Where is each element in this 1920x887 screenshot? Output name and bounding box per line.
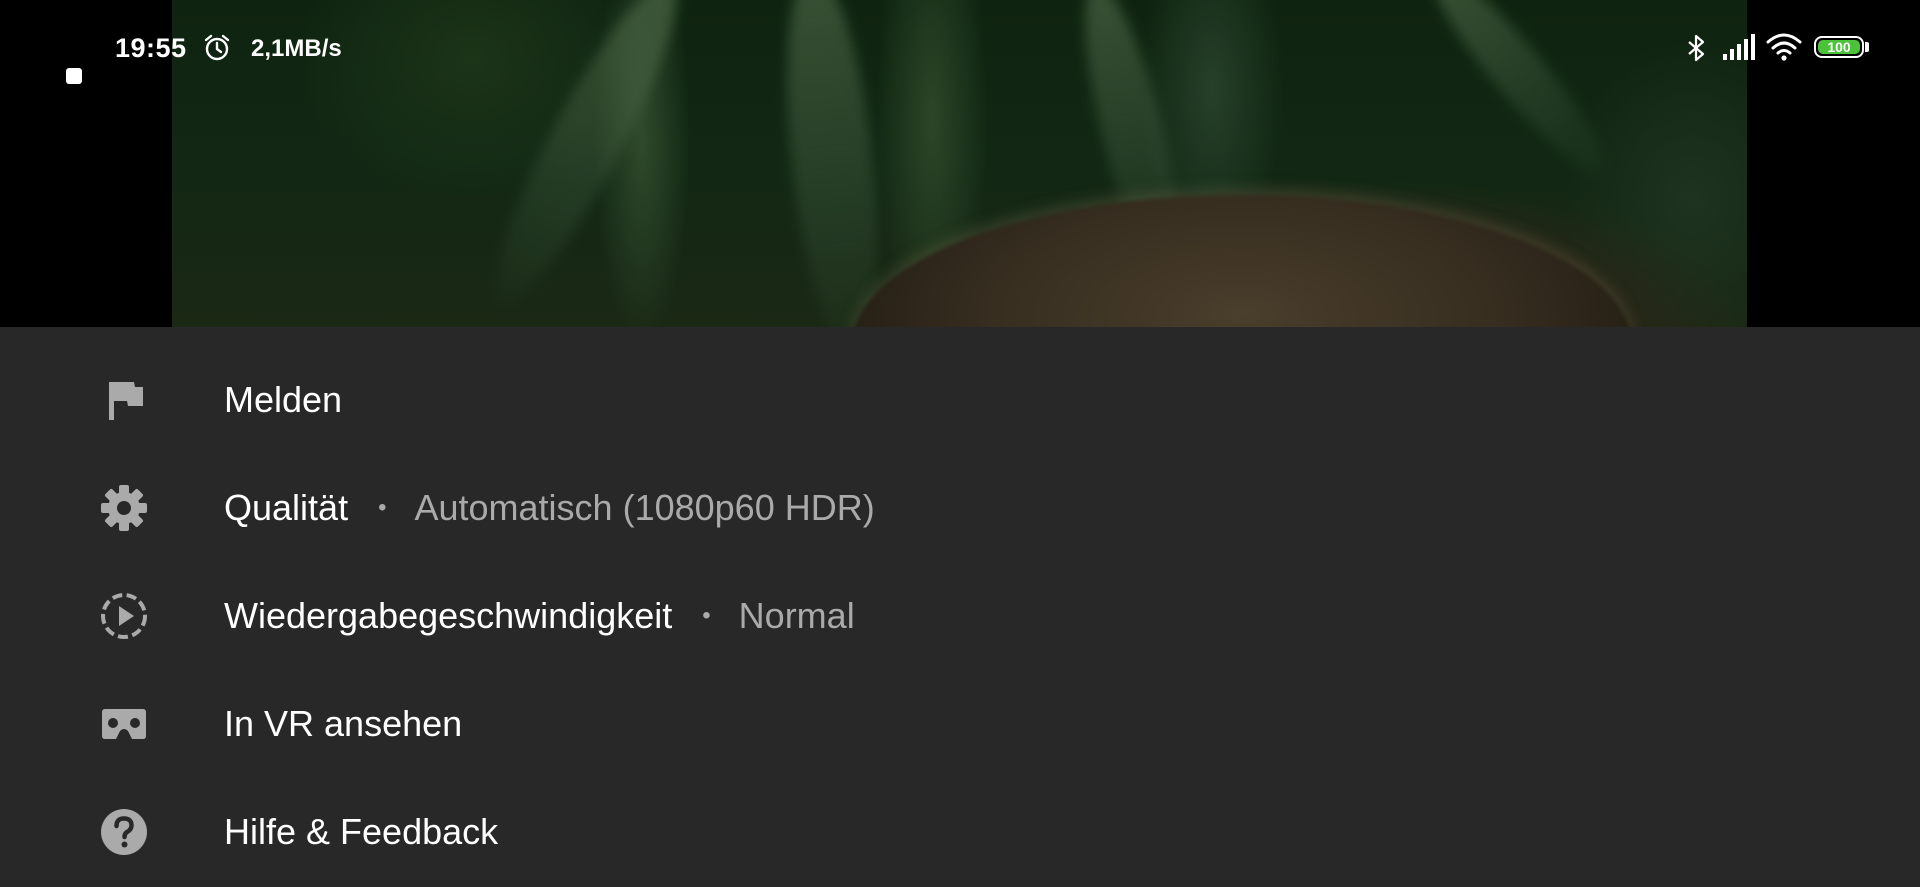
status-time: 19:55 <box>115 33 187 63</box>
menu-item-label: In VR ansehen <box>224 703 463 744</box>
gear-icon <box>99 483 149 533</box>
screen: 19:55 2,1MB/s 100 Melden Qualität • Auto… <box>0 0 1920 887</box>
vr-headset-icon <box>99 699 149 749</box>
quality-value: Automatisch (1080p60 HDR) <box>414 487 875 528</box>
battery-tip <box>1865 42 1869 52</box>
notification-icon <box>66 68 82 84</box>
bluetooth-icon <box>1688 34 1705 62</box>
menu-item-label: Hilfe & Feedback <box>224 811 499 852</box>
menu-item-playback-speed[interactable]: Wiedergabegeschwindigkeit • Normal <box>0 562 1920 670</box>
wifi-icon <box>1766 33 1802 61</box>
flag-icon <box>99 375 149 425</box>
options-bottom-sheet: Melden Qualität • Automatisch (1080p60 H… <box>0 327 1920 887</box>
separator-dot: • <box>378 494 387 521</box>
video-frame-subject <box>852 195 1632 327</box>
playback-speed-icon <box>99 591 149 641</box>
menu-item-quality[interactable]: Qualität • Automatisch (1080p60 HDR) <box>0 454 1920 562</box>
battery-level: 100 <box>1818 40 1860 54</box>
menu-item-label: Wiedergabegeschwindigkeit <box>224 595 673 636</box>
alarm-icon <box>204 34 230 61</box>
separator-dot: • <box>702 602 711 629</box>
battery-icon: 100 <box>1814 36 1864 58</box>
menu-item-vr[interactable]: In VR ansehen <box>0 670 1920 778</box>
network-speed: 2,1MB/s <box>251 35 342 62</box>
menu-item-report[interactable]: Melden <box>0 346 1920 454</box>
status-bar: 19:55 2,1MB/s 100 <box>0 0 1920 96</box>
signal-icon <box>1723 34 1755 60</box>
menu-item-label: Melden <box>224 379 343 420</box>
menu-item-label: Qualität <box>224 487 349 528</box>
menu-item-help[interactable]: Hilfe & Feedback <box>0 778 1920 886</box>
playback-speed-value: Normal <box>738 595 855 636</box>
help-icon <box>99 807 149 857</box>
